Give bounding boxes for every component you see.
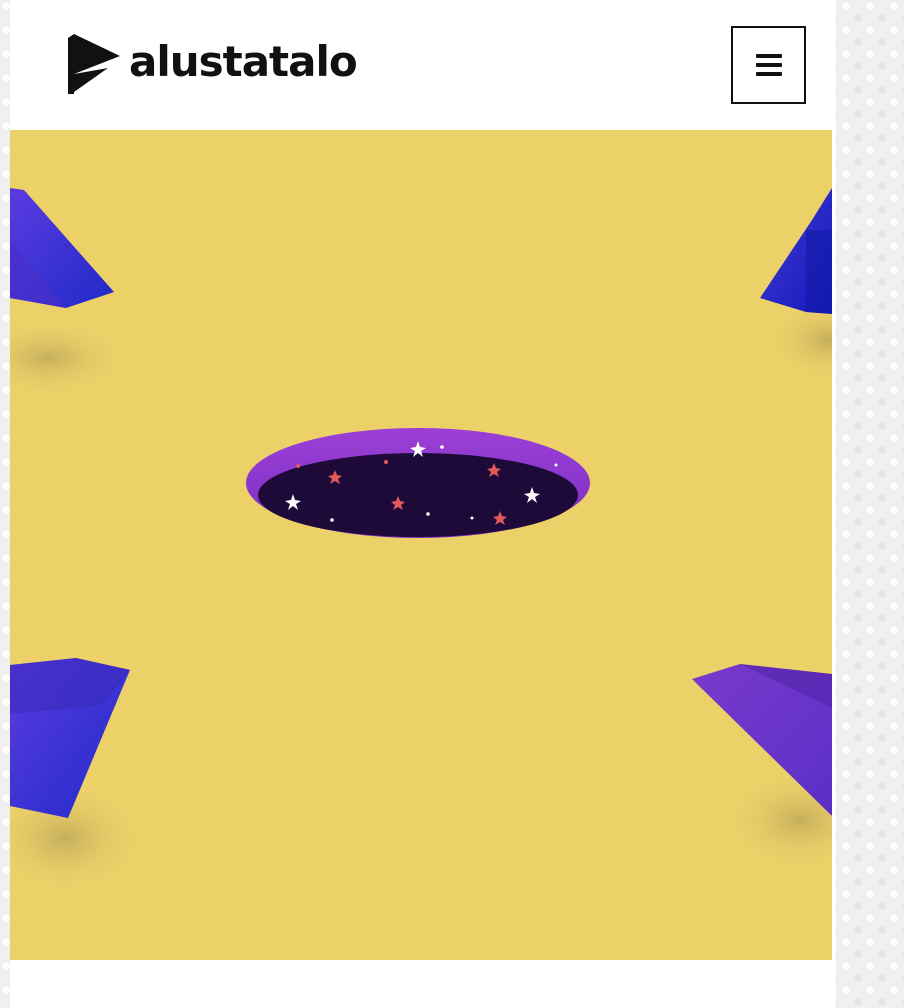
portal-hole-with-stars-illustration [10,130,832,960]
alustatalo-flag-logo-icon [68,34,120,94]
hero-illustration [10,130,832,960]
site-logo[interactable]: alustatalo [68,34,358,94]
site-header: alustatalo [10,0,836,130]
site-container: alustatalo [10,0,836,1008]
portal [246,428,590,538]
logo-wordmark: alustatalo [129,37,358,86]
hamburger-menu-icon [755,54,782,76]
menu-button[interactable] [731,26,806,104]
